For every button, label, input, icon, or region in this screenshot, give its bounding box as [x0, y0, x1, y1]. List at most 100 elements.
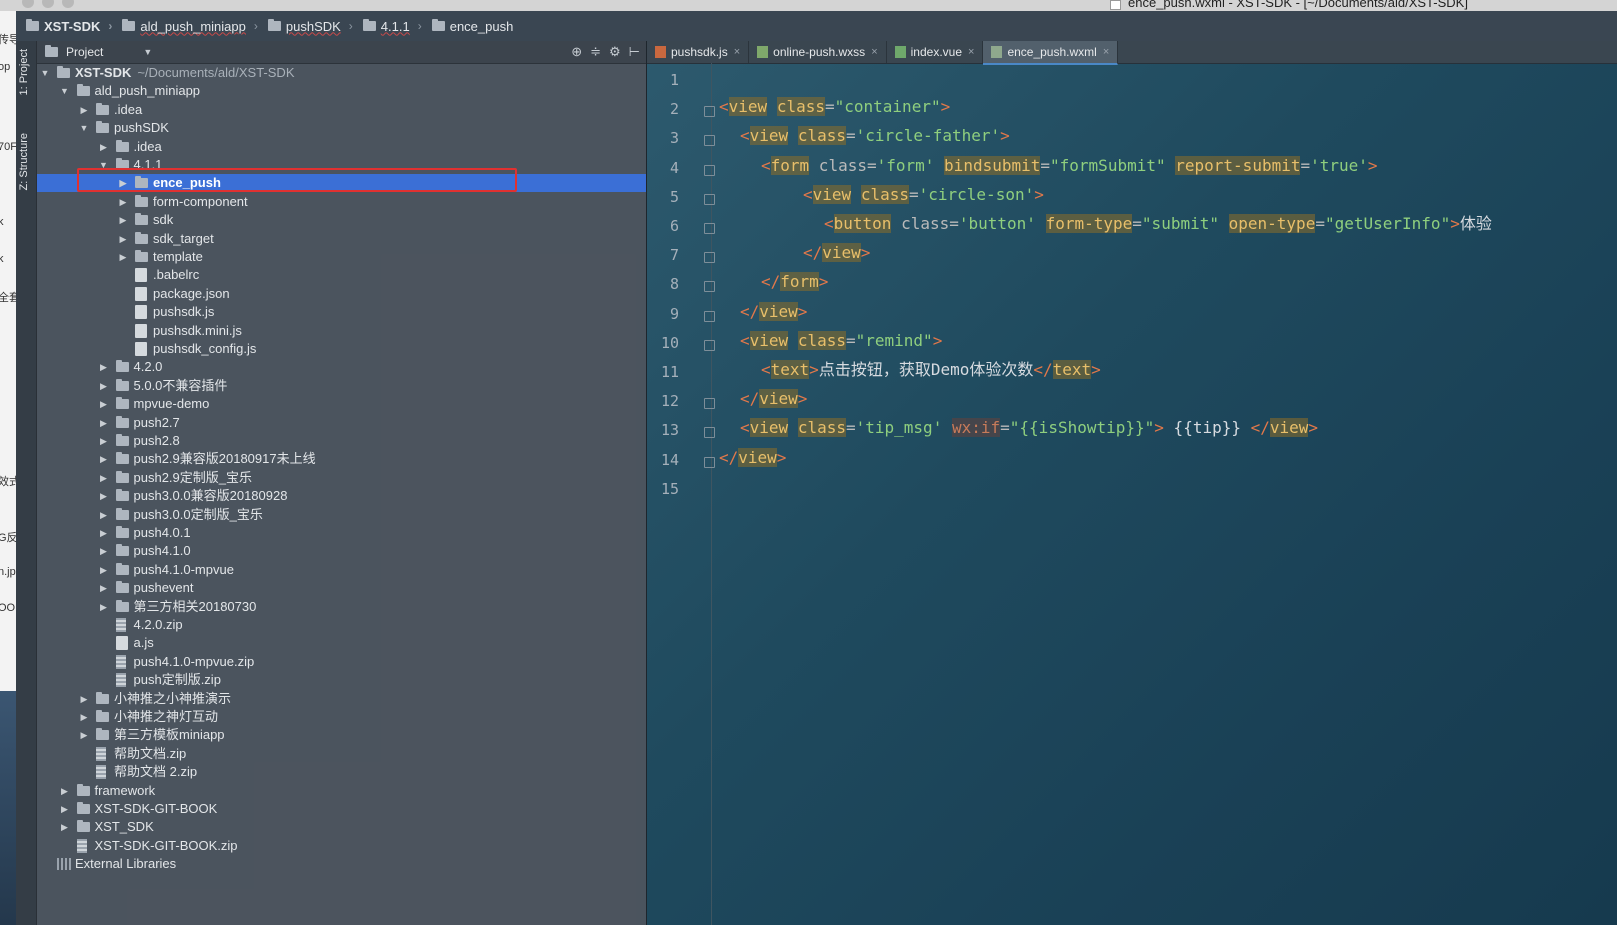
tree-item[interactable]: ▶ form-component: [37, 193, 646, 211]
tree-item[interactable]: a.js: [37, 634, 646, 652]
expanded-arrow-icon[interactable]: ▼: [78, 119, 90, 137]
tree-item[interactable]: push定制版.zip: [37, 671, 646, 689]
tree-item[interactable]: ▶ 小神推之小神推演示: [37, 690, 646, 708]
fold-marker-icon[interactable]: [704, 223, 715, 234]
fold-marker-icon[interactable]: [704, 427, 715, 439]
collapsed-arrow-icon[interactable]: ▶: [117, 193, 129, 211]
collapsed-arrow-icon[interactable]: ▶: [117, 230, 129, 248]
tree-item[interactable]: ▶ push4.1.0: [37, 542, 646, 560]
collapsed-arrow-icon[interactable]: ▶: [98, 432, 110, 450]
tree-item[interactable]: ▼ pushSDK: [37, 119, 646, 137]
fold-marker-icon[interactable]: [704, 281, 715, 293]
close-icon[interactable]: ×: [968, 46, 974, 58]
collapsed-arrow-icon[interactable]: ▶: [98, 358, 110, 376]
tree-item[interactable]: ▶ XST_SDK: [37, 818, 646, 836]
fold-marker-icon[interactable]: [704, 398, 715, 410]
tree-item[interactable]: ▶ 第三方模板miniapp: [37, 726, 646, 744]
collapsed-arrow-icon[interactable]: ▶: [98, 542, 110, 560]
fold-marker-icon[interactable]: [704, 252, 715, 264]
tree-item[interactable]: push4.1.0-mpvue.zip: [37, 653, 646, 671]
breadcrumb-item[interactable]: pushSDK ›: [258, 19, 353, 34]
expanded-arrow-icon[interactable]: ▼: [39, 64, 51, 82]
tree-item[interactable]: ▼ ald_push_miniapp: [37, 82, 646, 100]
tree-item[interactable]: pushsdk_config.js: [37, 340, 646, 358]
collapsed-arrow-icon[interactable]: ▶: [78, 708, 90, 726]
breadcrumb-item[interactable]: XST-SDK ›: [16, 19, 112, 34]
tree-item[interactable]: ▶ push4.1.0-mpvue: [37, 561, 646, 579]
tree-item[interactable]: pushsdk.js: [37, 303, 646, 321]
tree-item[interactable]: ▶ sdk: [37, 211, 646, 229]
fold-marker-icon[interactable]: [704, 456, 715, 468]
collapsed-arrow-icon[interactable]: ▶: [78, 690, 90, 708]
tree-item[interactable]: ▶ template: [37, 248, 646, 266]
close-icon[interactable]: ×: [734, 46, 740, 58]
tree-item[interactable]: ▶ 小神推之神灯互动: [37, 708, 646, 726]
tree-item[interactable]: XST-SDK-GIT-BOOK.zip: [37, 837, 646, 855]
collapsed-arrow-icon[interactable]: ▶: [98, 395, 110, 413]
collapsed-arrow-icon[interactable]: ▶: [59, 818, 71, 836]
fold-marker-icon[interactable]: [704, 193, 715, 205]
expanded-arrow-icon[interactable]: ▼: [59, 82, 71, 100]
tree-item[interactable]: ▶ framework: [37, 782, 646, 800]
collapsed-arrow-icon[interactable]: ▶: [117, 211, 129, 229]
tree-item[interactable]: package.json: [37, 285, 646, 303]
tree-item[interactable]: ▶ .idea: [37, 101, 646, 119]
tree-item[interactable]: ▶ push3.0.0定制版_宝乐: [37, 506, 646, 524]
collapsed-arrow-icon[interactable]: ▶: [117, 248, 129, 266]
tree-item[interactable]: External Libraries: [37, 855, 646, 873]
tree-item[interactable]: ▶ mpvue-demo: [37, 395, 646, 413]
tree-item[interactable]: pushsdk.mini.js: [37, 322, 646, 340]
fold-marker-icon[interactable]: [704, 106, 715, 118]
tree-item[interactable]: ▼ XST-SDK ~/Documents/ald/XST-SDK: [37, 64, 646, 82]
collapsed-arrow-icon[interactable]: ▶: [98, 579, 110, 597]
tree-item[interactable]: ▶ .idea: [37, 138, 646, 156]
tree-item[interactable]: ▶ 4.2.0: [37, 358, 646, 376]
tree-item[interactable]: ▶ sdk_target: [37, 230, 646, 248]
editor-tab[interactable]: pushsdk.js ×: [647, 41, 750, 63]
editor-tab[interactable]: online-push.wxss ×: [749, 41, 887, 63]
tree-item[interactable]: ▶ pushevent: [37, 579, 646, 597]
collapsed-arrow-icon[interactable]: ▶: [98, 561, 110, 579]
collapse-all-icon[interactable]: ≑: [590, 44, 601, 60]
collapsed-arrow-icon[interactable]: ▶: [98, 138, 110, 156]
hide-panel-icon[interactable]: ⊢: [629, 44, 640, 60]
project-view-selector[interactable]: Project: [66, 45, 103, 59]
collapsed-arrow-icon[interactable]: ▶: [98, 506, 110, 524]
collapsed-arrow-icon[interactable]: ▶: [59, 800, 71, 818]
collapsed-arrow-icon[interactable]: ▶: [98, 414, 110, 432]
breadcrumb-item[interactable]: ald_push_miniapp ›: [112, 19, 258, 34]
tree-item[interactable]: 帮助文档.zip: [37, 745, 646, 763]
collapsed-arrow-icon[interactable]: ▶: [98, 450, 110, 468]
tree-item[interactable]: ▶ push2.8: [37, 432, 646, 450]
collapsed-arrow-icon[interactable]: ▶: [98, 598, 110, 616]
locate-icon[interactable]: ⊕: [571, 44, 582, 60]
fold-marker-icon[interactable]: [704, 164, 715, 176]
fold-marker-icon[interactable]: [704, 310, 715, 322]
tree-item[interactable]: ▶ push2.9定制版_宝乐: [37, 469, 646, 487]
tree-item[interactable]: ▶ push4.0.1: [37, 524, 646, 542]
zoom-window-button[interactable]: [62, 0, 74, 8]
close-icon[interactable]: ×: [871, 46, 877, 58]
collapsed-arrow-icon[interactable]: ▶: [78, 726, 90, 744]
tree-item[interactable]: ▶ push2.7: [37, 414, 646, 432]
tree-item[interactable]: ▶ 第三方相关20180730: [37, 598, 646, 616]
breadcrumb-item[interactable]: ence_push: [422, 19, 513, 34]
editor-tab[interactable]: index.vue ×: [887, 41, 984, 63]
tree-item[interactable]: 帮助文档 2.zip: [37, 763, 646, 781]
gear-icon[interactable]: ⚙: [609, 44, 621, 60]
fold-marker-icon[interactable]: [704, 339, 715, 351]
chevron-down-icon[interactable]: ▼: [143, 47, 152, 57]
breadcrumb-item[interactable]: 4.1.1 ›: [353, 19, 422, 34]
tree-item[interactable]: ▶ push3.0.0兼容版20180928: [37, 487, 646, 505]
collapsed-arrow-icon[interactable]: ▶: [98, 524, 110, 542]
tree-item[interactable]: ▶ XST-SDK-GIT-BOOK: [37, 800, 646, 818]
project-tool-tab[interactable]: 1: Project: [18, 49, 30, 95]
collapsed-arrow-icon[interactable]: ▶: [78, 101, 90, 119]
minimize-window-button[interactable]: [42, 0, 54, 8]
collapsed-arrow-icon[interactable]: ▶: [59, 782, 71, 800]
collapsed-arrow-icon[interactable]: ▶: [98, 487, 110, 505]
tree-item[interactable]: ▶ 5.0.0不兼容插件: [37, 377, 646, 395]
close-icon[interactable]: ×: [1103, 46, 1109, 58]
fold-marker-icon[interactable]: [704, 135, 715, 147]
close-window-button[interactable]: [22, 0, 34, 8]
